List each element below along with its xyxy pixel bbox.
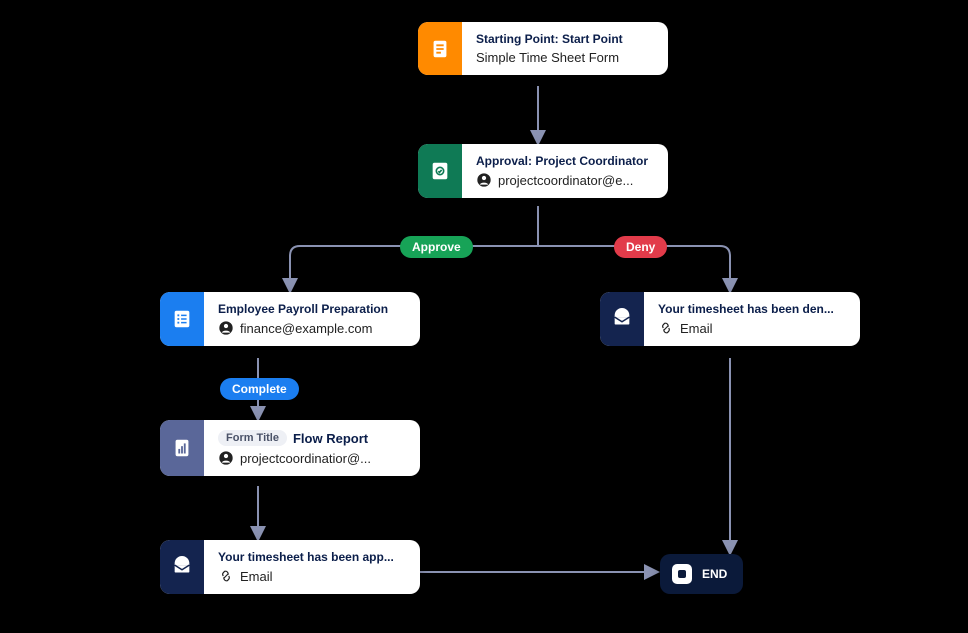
node-start[interactable]: Starting Point: Start Point Simple Time … — [418, 22, 668, 75]
status-complete-pill: Complete — [220, 378, 299, 400]
link-icon — [218, 568, 234, 584]
node-title: Employee Payroll Preparation — [218, 302, 388, 316]
decision-deny-pill: Deny — [614, 236, 667, 258]
node-title: Flow Report — [293, 431, 368, 446]
node-title: Your timesheet has been den... — [658, 302, 834, 316]
node-title: Your timesheet has been app... — [218, 550, 394, 564]
document-icon — [418, 22, 462, 75]
workflow-diagram: Starting Point: Start Point Simple Time … — [0, 0, 968, 633]
approval-icon — [418, 144, 462, 198]
node-title: Approval: Project Coordinator — [476, 154, 648, 168]
node-title: Starting Point: Start Point — [476, 32, 623, 46]
end-label: END — [702, 567, 727, 581]
node-subtitle: projectcoordinator@e... — [498, 173, 633, 188]
node-subtitle: Email — [680, 321, 713, 336]
node-report[interactable]: Form Title Flow Report projectcoordinati… — [160, 420, 420, 476]
stop-icon — [672, 564, 692, 584]
node-approval[interactable]: Approval: Project Coordinator projectcoo… — [418, 144, 668, 198]
node-approved[interactable]: Your timesheet has been app... Email — [160, 540, 420, 594]
task-list-icon — [160, 292, 204, 346]
node-subtitle: finance@example.com — [240, 321, 372, 336]
node-denied[interactable]: Your timesheet has been den... Email — [600, 292, 860, 346]
user-icon — [218, 450, 234, 466]
user-icon — [218, 320, 234, 336]
node-subtitle: projectcoordinatior@... — [240, 451, 371, 466]
decision-approve-pill: Approve — [400, 236, 473, 258]
node-payroll[interactable]: Employee Payroll Preparation finance@exa… — [160, 292, 420, 346]
node-end[interactable]: END — [660, 554, 743, 594]
mail-icon — [600, 292, 644, 346]
user-icon — [476, 172, 492, 188]
form-title-chip: Form Title — [218, 430, 287, 446]
node-subtitle: Simple Time Sheet Form — [476, 50, 619, 65]
mail-icon — [160, 540, 204, 594]
node-subtitle: Email — [240, 569, 273, 584]
report-icon — [160, 420, 204, 476]
link-icon — [658, 320, 674, 336]
